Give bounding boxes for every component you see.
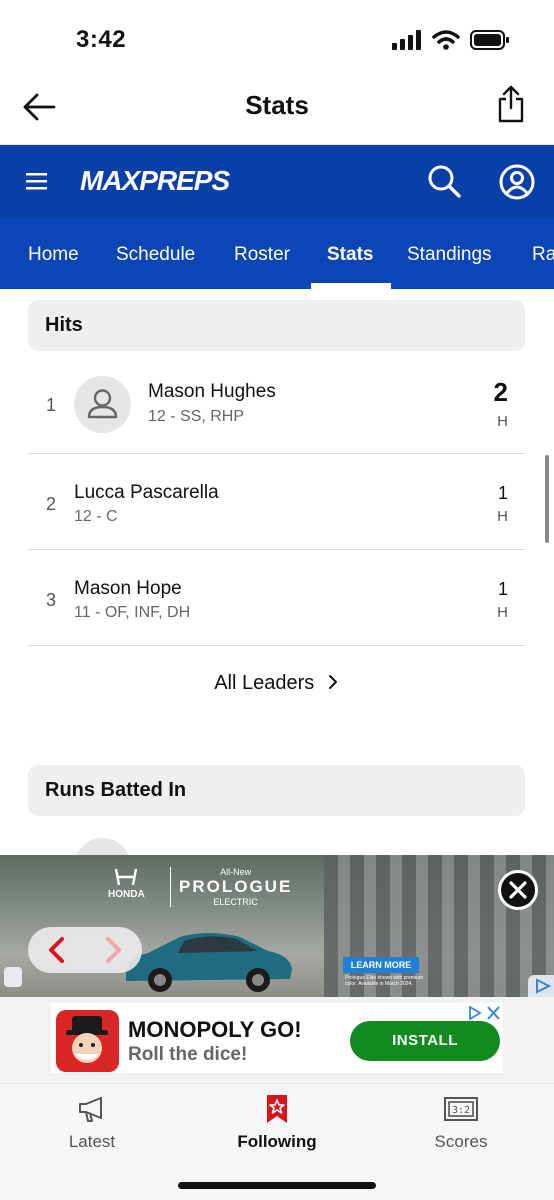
tab-stats[interactable]: Stats: [327, 244, 373, 266]
stat-unit: H: [497, 508, 508, 525]
avatar: [74, 376, 131, 433]
ad-badge-icon: [4, 967, 22, 987]
ad-brand-name: HONDA: [108, 889, 145, 900]
install-button[interactable]: INSTALL: [350, 1021, 500, 1061]
honda-h-icon: [115, 868, 138, 886]
wifi-icon: [432, 30, 460, 50]
bottom-tab-latest[interactable]: Latest: [22, 1084, 162, 1164]
close-ad-button[interactable]: [498, 870, 538, 910]
bookmark-star-icon: [267, 1095, 287, 1123]
leader-rank: 1: [46, 395, 57, 415]
player-name[interactable]: Mason Hope: [74, 578, 182, 600]
battery-icon: [470, 30, 509, 50]
chevron-right-icon: [328, 675, 337, 689]
home-indicator: [178, 1182, 376, 1189]
bottom-tab-label: Following: [237, 1132, 317, 1151]
all-leaders-label: All Leaders: [214, 672, 315, 694]
tab-roster[interactable]: Roster: [234, 244, 290, 266]
tab-rankings[interactable]: Ra: [532, 244, 554, 266]
ad-model: All-New PROLOGUE ELECTRIC: [170, 867, 292, 907]
search-icon[interactable]: [426, 163, 462, 199]
section-title: Hits: [45, 314, 83, 336]
leader-row[interactable]: 2 Lucca Pascarella 12 - C 1 H: [28, 454, 525, 550]
stat-value: 1: [497, 579, 508, 599]
status-time: 3:42: [76, 26, 127, 53]
stat-value: 2: [493, 377, 508, 407]
adchoices-triangle-icon: [536, 978, 552, 994]
adchoices-icon[interactable]: [468, 1005, 502, 1021]
maxpreps-header: MAXPREPS: [0, 145, 554, 218]
maxpreps-logo[interactable]: MAXPREPS: [80, 165, 230, 197]
status-bar: 3:42: [0, 0, 554, 70]
cellular-signal-icon: [392, 30, 421, 50]
bottom-tab-scores[interactable]: 3:2 Scores: [391, 1084, 531, 1164]
account-icon[interactable]: [498, 163, 536, 201]
status-icons: [392, 30, 510, 50]
section-header-rbi: Runs Batted In: [28, 765, 525, 816]
leader-row[interactable]: 3 Mason Hope 11 - OF, INF, DH 1 H: [28, 550, 525, 646]
page-title: Stats: [245, 90, 309, 120]
bottom-tab-label: Scores: [434, 1132, 488, 1151]
bottom-tab-label: Latest: [68, 1132, 116, 1151]
tab-schedule[interactable]: Schedule: [116, 244, 195, 266]
honda-logo: HONDA: [108, 867, 145, 900]
bottom-tab-following[interactable]: Following: [207, 1084, 347, 1164]
close-icon: [509, 881, 527, 899]
adchoices-icon[interactable]: [528, 975, 554, 997]
nav-header: Stats: [0, 70, 554, 145]
svg-text:3:2: 3:2: [452, 1105, 470, 1116]
player-name[interactable]: Lucca Pascarella: [74, 482, 219, 504]
app-ad-subtitle: Roll the dice!: [128, 1044, 248, 1065]
stat-value: 1: [497, 483, 508, 503]
ad-carousel-nav: [28, 927, 142, 973]
active-tab-indicator: [311, 283, 391, 289]
team-tabs: Home Schedule Roster Stats Standings Ra: [0, 218, 554, 289]
leader-rank: 2: [46, 494, 57, 514]
scoreboard-icon: 3:2: [444, 1097, 478, 1121]
section-header-hits: Hits: [28, 300, 525, 351]
megaphone-icon: [79, 1097, 102, 1122]
player-info: 12 - C: [74, 508, 118, 525]
player-info: 12 - SS, RHP: [148, 408, 245, 425]
share-icon[interactable]: [496, 84, 526, 124]
monopoly-mascot-icon: [66, 1016, 108, 1063]
ad-model-suffix: ELECTRIC: [213, 897, 258, 907]
honda-ad-banner[interactable]: HONDA All-New PROLOGUE ELECTRIC: [0, 855, 554, 997]
car-image: [126, 933, 292, 992]
ad-fine-print: Prologue Elite shown with premium color.…: [345, 975, 424, 987]
monopoly-app-icon: [56, 1010, 119, 1072]
ad-model-prefix: All-New: [220, 867, 252, 877]
app-ad-card[interactable]: MONOPOLY GO! Roll the dice! INSTALL: [51, 1003, 503, 1073]
player-name[interactable]: Mason Hughes: [148, 381, 276, 403]
chevron-right-icon[interactable]: [98, 935, 128, 965]
person-placeholder-icon: [87, 389, 118, 419]
leader-row[interactable]: 1 Mason Hughes 12 - SS, RHP 2 H: [28, 358, 525, 454]
adchoices-close[interactable]: [468, 1005, 502, 1026]
section-title: Runs Batted In: [45, 779, 187, 801]
ad-model-name: PROLOGUE: [179, 877, 293, 896]
tab-home[interactable]: Home: [28, 244, 79, 266]
tab-standings[interactable]: Standings: [407, 244, 492, 266]
learn-more-button[interactable]: LEARN MORE: [343, 957, 419, 973]
stat-unit: H: [497, 413, 508, 430]
player-info: 11 - OF, INF, DH: [74, 604, 191, 621]
stat-unit: H: [497, 604, 508, 621]
app-ad-title: MONOPOLY GO!: [128, 1017, 302, 1042]
chevron-left-icon[interactable]: [42, 935, 72, 965]
all-leaders-link[interactable]: All Leaders: [0, 672, 554, 695]
leader-rank: 3: [46, 590, 57, 610]
hamburger-menu-icon[interactable]: [26, 170, 48, 192]
scrollbar[interactable]: [545, 455, 549, 543]
